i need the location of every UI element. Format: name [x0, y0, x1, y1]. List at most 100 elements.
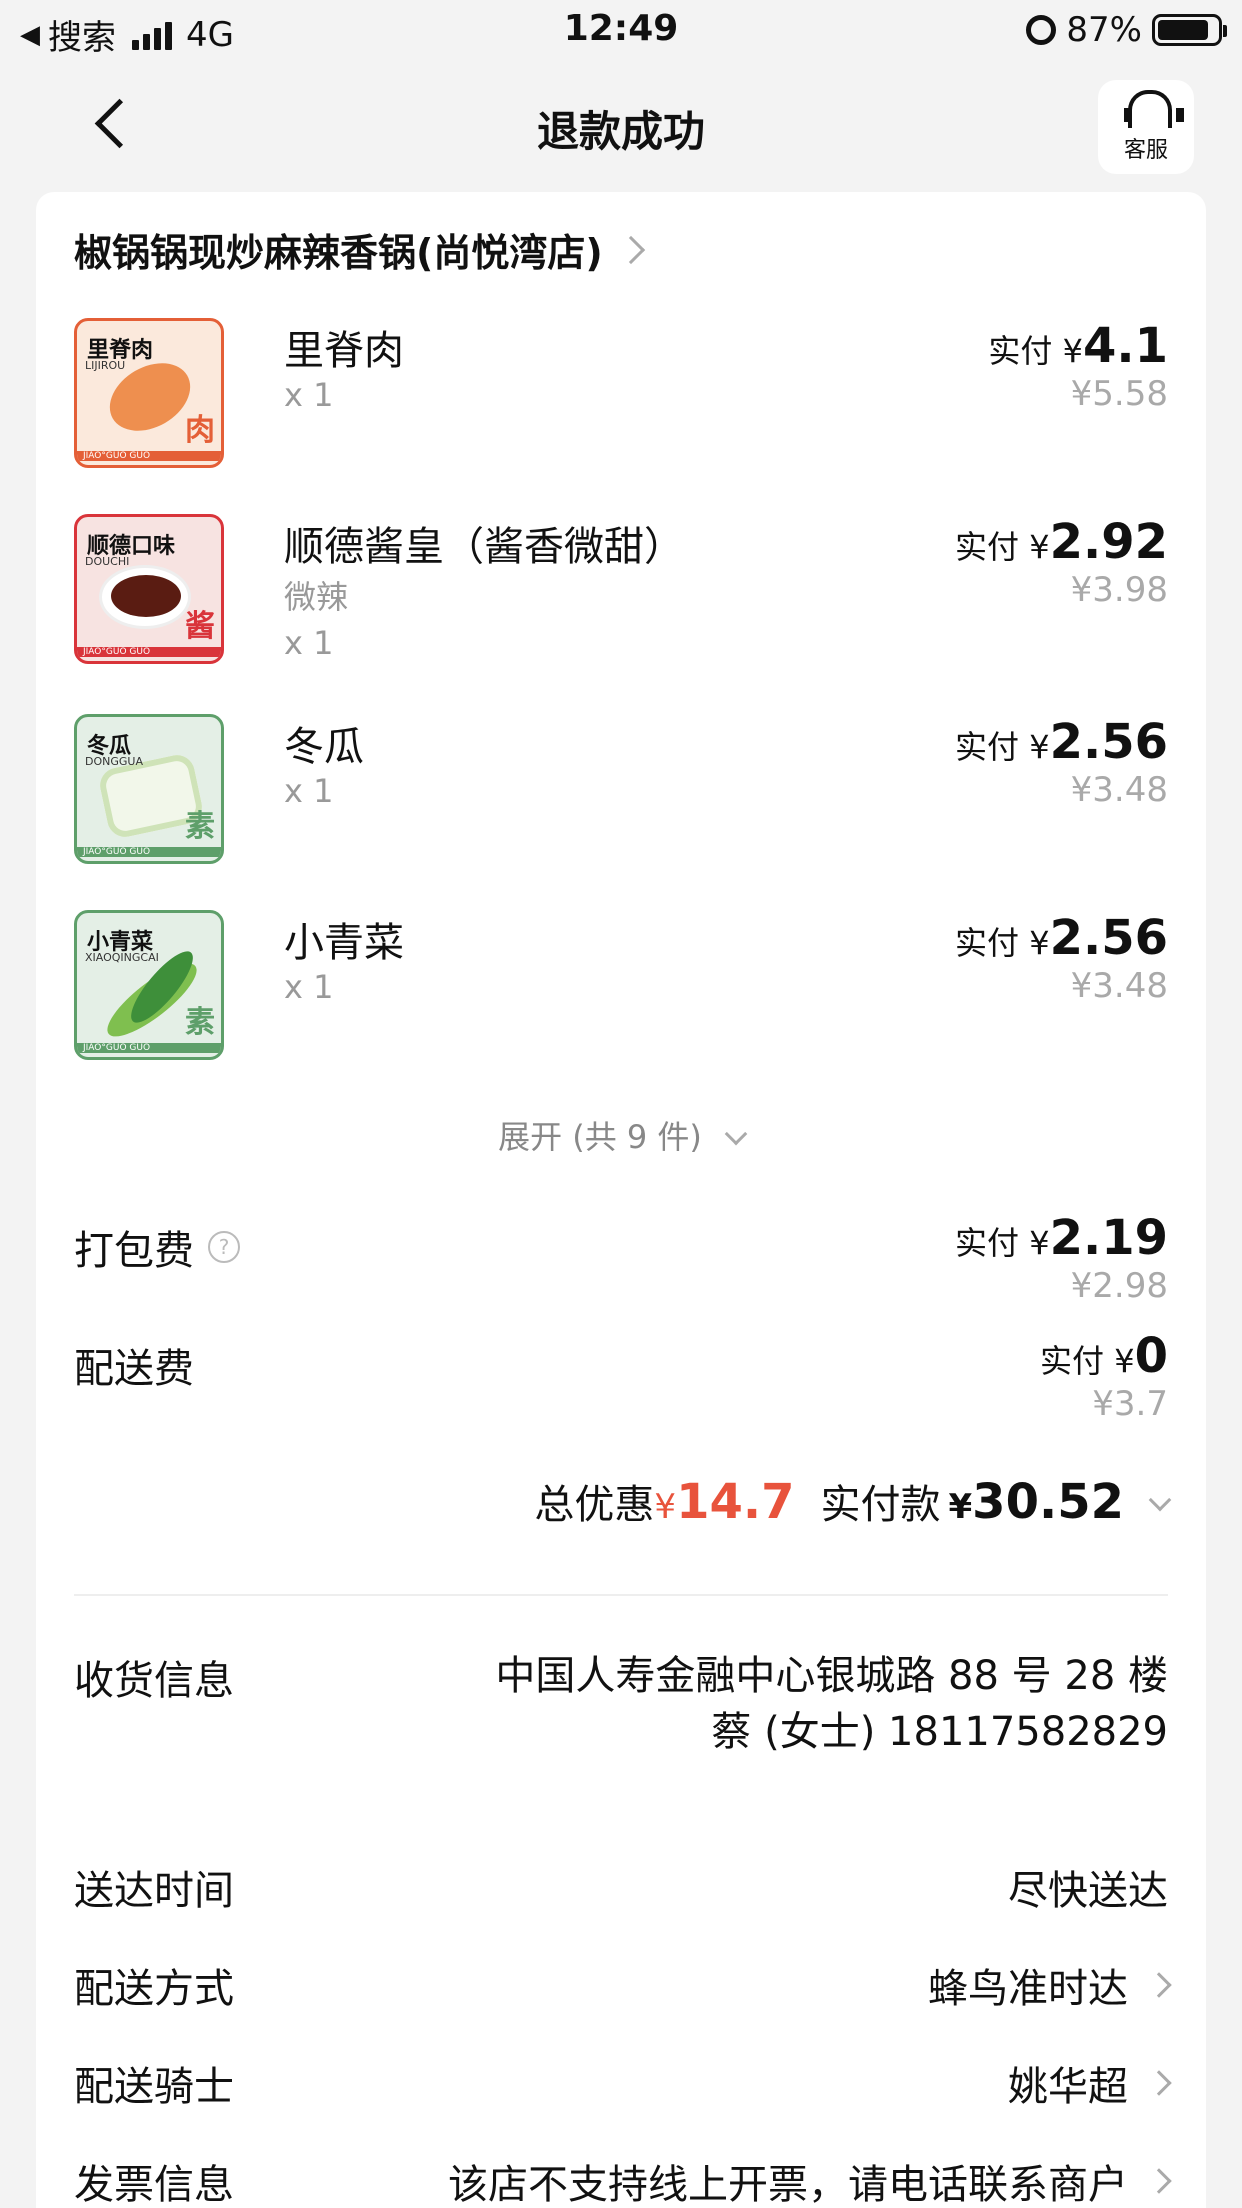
thumb-char: 素 — [185, 1005, 215, 1040]
rider-label: 配送骑士 — [74, 2064, 234, 2110]
delivery-time-value: 尽快送达 — [1008, 1868, 1168, 1914]
original-price: ¥3.7 — [1092, 1384, 1168, 1424]
list-item[interactable]: 冬瓜 DONGGUA 素 JIAO°GUO GUO 冬瓜 x 1 实付 ¥2.5… — [74, 714, 1168, 874]
product-thumbnail: 冬瓜 DONGGUA 素 JIAO°GUO GUO — [74, 714, 224, 864]
list-item[interactable]: 里脊肉 LIJIROU 肉 JIAO°GUO GUO 里脊肉 x 1 实付 ¥4… — [74, 318, 1168, 478]
expand-items-button[interactable]: 展开 (共 9 件) — [36, 1112, 1206, 1158]
customer-service-button[interactable]: 客服 — [1098, 80, 1194, 174]
page-title: 退款成功 — [536, 107, 705, 156]
thumb-sub: LIJIROU — [85, 359, 126, 372]
item-qty: x 1 — [284, 376, 334, 414]
battery-icon — [1152, 14, 1227, 46]
original-price: ¥3.48 — [1070, 966, 1168, 1006]
paid-amount: 2.56 — [1049, 910, 1168, 966]
paid-label: 实付 ¥ — [955, 728, 1050, 766]
order-card: 椒锅锅现炒麻辣香锅(尚悦湾店) 里脊肉 LIJIROU 肉 JIAO°GUO G… — [36, 192, 1206, 2208]
shop-link[interactable]: 椒锅锅现炒麻辣香锅(尚悦湾店) — [74, 222, 645, 277]
item-price: 实付 ¥2.56 ¥3.48 — [955, 910, 1168, 1006]
item-name: 顺德酱皇（酱香微甜） — [284, 524, 684, 570]
invoice-row[interactable]: 发票信息 该店不支持线上开票，请电话联系商户 — [74, 2152, 1172, 2208]
battery-percent: 87% — [1066, 10, 1142, 50]
rider-row[interactable]: 配送骑士 姚华超 — [74, 2054, 1172, 2110]
packing-fee-label: 打包费 — [74, 1228, 194, 1274]
item-price: 实付 ¥2.56 ¥3.48 — [955, 714, 1168, 810]
list-item[interactable]: 小青菜 XIAOQINGCAI 素 JIAO°GUO GUO 小青菜 x 1 实… — [74, 910, 1168, 1070]
status-right: 87% — [1026, 10, 1227, 50]
thumb-footer: JIAO°GUO GUO — [77, 647, 221, 657]
item-price: 实付 ¥4.1 ¥5.58 — [988, 318, 1168, 414]
original-price: ¥2.98 — [1070, 1266, 1168, 1306]
item-qty: x 1 — [284, 968, 334, 1006]
chevron-down-icon — [724, 1122, 748, 1146]
chevron-right-icon — [616, 235, 645, 264]
customer-service-label: 客服 — [1123, 138, 1168, 163]
thumb-footer: JIAO°GUO GUO — [77, 847, 221, 857]
expand-label: 展开 (共 9 件) — [498, 1118, 702, 1156]
list-item[interactable]: 顺德口味 DOUCHI 酱 JIAO°GUO GUO 顺德酱皇（酱香微甜） 微辣… — [74, 514, 1168, 674]
totals-row[interactable]: 总优惠 ¥14.7 实付款 ¥30.52 — [534, 1472, 1172, 1530]
alarm-icon — [1026, 15, 1057, 45]
paid-label: 实付 ¥ — [955, 924, 1050, 962]
product-thumbnail: 小青菜 XIAOQINGCAI 素 JIAO°GUO GUO — [74, 910, 224, 1060]
sauce-shape — [111, 575, 181, 617]
delivery-method-label: 配送方式 — [74, 1966, 234, 2012]
paid-amount: 2.19 — [1049, 1210, 1168, 1266]
item-spec: 微辣 — [284, 578, 349, 616]
paid-amount: 0 — [1134, 1328, 1168, 1384]
address-label: 收货信息 — [74, 1658, 234, 1704]
contact-line: 蔡 (女士) 18117582829 — [711, 1709, 1168, 1755]
paid-label: 实付 ¥ — [988, 332, 1083, 370]
product-thumbnail: 里脊肉 LIJIROU 肉 JIAO°GUO GUO — [74, 318, 224, 468]
invoice-label: 发票信息 — [74, 2162, 234, 2208]
item-qty: x 1 — [284, 772, 334, 810]
paid-amount: 2.56 — [1049, 714, 1168, 770]
thumb-sub: DOUCHI — [85, 555, 130, 568]
rider-name: 姚华超 — [1008, 2064, 1128, 2110]
divider — [74, 1594, 1168, 1596]
thumb-footer: JIAO°GUO GUO — [77, 451, 221, 461]
chevron-right-icon — [1146, 2070, 1172, 2096]
order-detail-page: ◀ 搜索 4G 12:49 87% 退款成功 客服 椒锅锅现炒麻辣香锅(尚悦湾店… — [0, 0, 1242, 2208]
product-thumbnail: 顺德口味 DOUCHI 酱 JIAO°GUO GUO — [74, 514, 224, 664]
packing-fee-price: 实付 ¥2.19 ¥2.98 — [955, 1210, 1168, 1306]
thumb-char: 肉 — [185, 413, 215, 448]
address-line: 中国人寿金融中心银城路 88 号 28 楼 — [495, 1653, 1168, 1699]
status-bar: ◀ 搜索 4G 12:49 87% — [0, 0, 1242, 62]
thumb-char: 素 — [185, 809, 215, 844]
original-price: ¥3.98 — [1070, 570, 1168, 610]
delivery-time-label: 送达时间 — [74, 1868, 234, 1914]
paid-amount: 4.1 — [1082, 318, 1168, 374]
discount-label: 总优惠 — [534, 1482, 655, 1528]
address-value: 中国人寿金融中心银城路 88 号 28 楼 蔡 (女士) 18117582829 — [488, 1648, 1168, 1760]
thumb-footer: JIAO°GUO GUO — [77, 1043, 221, 1053]
item-qty: x 1 — [284, 624, 334, 662]
discount-amount: ¥14.7 — [654, 1474, 795, 1530]
item-name: 小青菜 — [284, 920, 404, 966]
headset-icon — [1124, 90, 1184, 130]
paid-amount: 2.92 — [1049, 514, 1168, 570]
thumb-sub: XIAOQINGCAI — [85, 951, 159, 964]
paid-total-amount: ¥30.52 — [948, 1474, 1125, 1530]
shop-name: 椒锅锅现炒麻辣香锅(尚悦湾店) — [74, 231, 603, 275]
address-row: 收货信息 中国人寿金融中心银城路 88 号 28 楼 蔡 (女士) 181175… — [74, 1648, 1168, 1828]
delivery-time-row: 送达时间 尽快送达 — [74, 1858, 1168, 1914]
chevron-right-icon — [1146, 1972, 1172, 1998]
item-price: 实付 ¥2.92 ¥3.98 — [955, 514, 1168, 610]
paid-label: 实付 ¥ — [955, 1224, 1050, 1262]
original-price: ¥3.48 — [1070, 770, 1168, 810]
paid-label: 实付 ¥ — [955, 528, 1050, 566]
item-name: 冬瓜 — [284, 724, 364, 770]
delivery-method-value: 蜂鸟准时达 — [928, 1966, 1128, 2012]
invoice-value: 该店不支持线上开票，请电话联系商户 — [448, 2162, 1128, 2208]
delivery-fee-label: 配送费 — [74, 1346, 194, 1392]
chevron-down-icon — [1148, 1488, 1172, 1512]
thumb-sub: DONGGUA — [85, 755, 143, 768]
original-price: ¥5.58 — [1070, 374, 1168, 414]
delivery-fee-price: 实付 ¥0 ¥3.7 — [1040, 1328, 1168, 1424]
nav-bar: 退款成功 客服 — [0, 62, 1242, 190]
paid-total-label: 实付款 — [820, 1482, 941, 1528]
thumb-char: 酱 — [185, 609, 215, 644]
item-name: 里脊肉 — [284, 328, 404, 374]
delivery-method-row[interactable]: 配送方式 蜂鸟准时达 — [74, 1956, 1172, 2012]
help-icon[interactable]: ? — [208, 1231, 240, 1263]
